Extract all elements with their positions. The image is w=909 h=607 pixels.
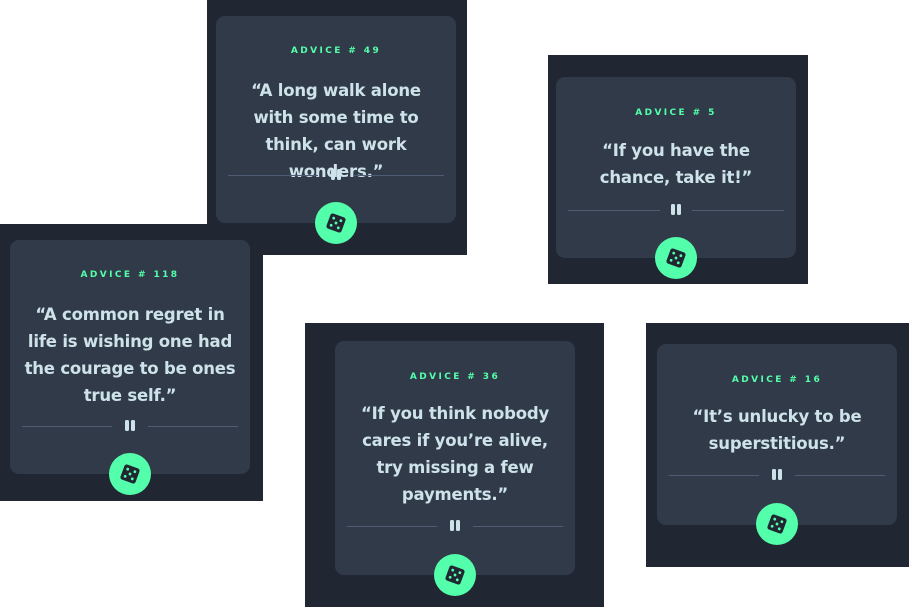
advice-panel-49: ADVICE # 49 “A long walk alone with some… bbox=[207, 0, 467, 255]
advice-panel-5: ADVICE # 5 “If you have the chance, take… bbox=[548, 55, 808, 284]
advice-id-label: ADVICE # 118 bbox=[80, 270, 180, 280]
pause-icon bbox=[329, 168, 343, 182]
advice-card-36: ADVICE # 36 “If you think nobody cares i… bbox=[335, 341, 575, 575]
dice-icon bbox=[767, 514, 787, 534]
dice-icon bbox=[326, 213, 346, 233]
dice-icon bbox=[666, 248, 686, 268]
advice-quote: “A common regret in life is wishing one … bbox=[24, 305, 236, 405]
advice-quote: “If you think nobody cares if you’re ali… bbox=[360, 404, 550, 504]
pause-icon bbox=[123, 419, 137, 433]
advice-id-label: ADVICE # 49 bbox=[290, 46, 382, 56]
advice-quote: “It’s unlucky to be superstitious.” bbox=[692, 407, 862, 453]
advice-id-label: ADVICE # 36 bbox=[409, 372, 501, 382]
advice-card-49: ADVICE # 49 “A long walk alone with some… bbox=[216, 16, 456, 223]
advice-card-118: ADVICE # 118 “A common regret in life is… bbox=[10, 240, 250, 474]
advice-panel-16: ADVICE # 16 “It’s unlucky to be supersti… bbox=[646, 323, 909, 567]
new-advice-button[interactable] bbox=[315, 202, 357, 244]
new-advice-button[interactable] bbox=[109, 453, 151, 495]
divider bbox=[347, 519, 563, 533]
new-advice-button[interactable] bbox=[756, 503, 798, 545]
dice-icon bbox=[445, 565, 465, 585]
advice-id-label: ADVICE # 16 bbox=[731, 375, 823, 385]
divider bbox=[22, 419, 238, 433]
pause-icon bbox=[770, 468, 784, 482]
pause-icon bbox=[448, 519, 462, 533]
advice-card-16: ADVICE # 16 “It’s unlucky to be supersti… bbox=[657, 344, 897, 525]
divider bbox=[228, 168, 444, 182]
advice-panel-36: ADVICE # 36 “If you think nobody cares i… bbox=[305, 323, 604, 607]
advice-panel-118: ADVICE # 118 “A common regret in life is… bbox=[0, 224, 263, 501]
new-advice-button[interactable] bbox=[434, 554, 476, 596]
advice-id-label: ADVICE # 5 bbox=[635, 108, 717, 118]
new-advice-button[interactable] bbox=[655, 237, 697, 279]
advice-quote: “If you have the chance, take it!” bbox=[599, 141, 753, 187]
divider bbox=[568, 203, 784, 217]
pause-icon bbox=[669, 203, 683, 217]
divider bbox=[669, 468, 885, 482]
advice-card-5: ADVICE # 5 “If you have the chance, take… bbox=[556, 77, 796, 258]
dice-icon bbox=[120, 464, 140, 484]
